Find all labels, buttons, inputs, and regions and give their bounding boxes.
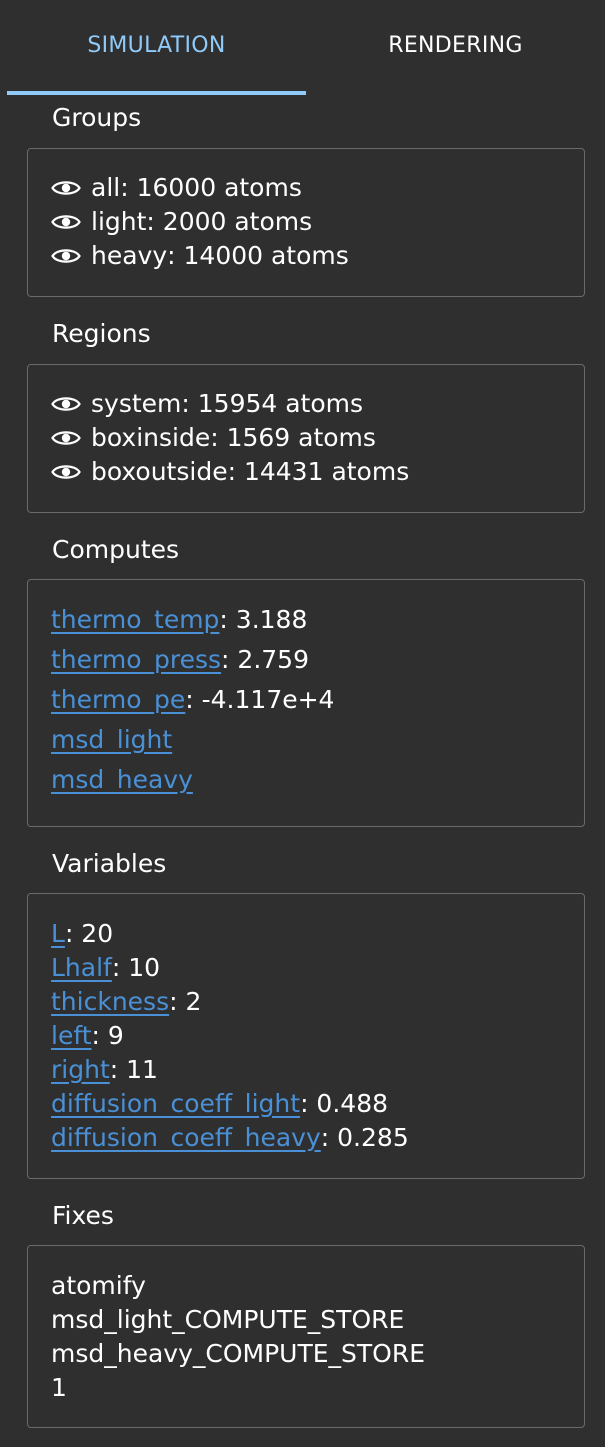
eye-icon[interactable] bbox=[51, 246, 81, 266]
variable-row: Lhalf: 10 bbox=[51, 953, 160, 982]
compute-link-msd-heavy[interactable]: msd_heavy bbox=[51, 765, 193, 794]
compute-link-msd-light[interactable]: msd_light bbox=[51, 725, 172, 754]
compute-row: thermo_press: 2.759 bbox=[51, 645, 309, 674]
variables-title: Variables bbox=[52, 849, 167, 878]
region-count: : 14431 atoms bbox=[227, 457, 410, 486]
group-count: : 2000 atoms bbox=[146, 207, 313, 236]
variable-link-lhalf[interactable]: Lhalf bbox=[51, 953, 112, 982]
eye-icon[interactable] bbox=[51, 428, 81, 448]
variable-value: : 2 bbox=[169, 987, 202, 1016]
fix-item: msd_light_COMPUTE_STORE bbox=[51, 1305, 405, 1334]
compute-value: : -4.117e+4 bbox=[185, 685, 335, 714]
compute-row: msd_light bbox=[51, 725, 172, 754]
compute-row: thermo_temp: 3.188 bbox=[51, 605, 307, 634]
tab-simulation[interactable]: SIMULATION bbox=[7, 0, 306, 95]
group-name: light bbox=[91, 207, 147, 236]
region-name: boxoutside bbox=[91, 457, 228, 486]
groups-title: Groups bbox=[52, 103, 142, 132]
group-count: : 16000 atoms bbox=[120, 173, 302, 202]
group-name: all bbox=[91, 173, 121, 202]
eye-icon[interactable] bbox=[51, 394, 81, 414]
variable-row: diffusion_coeff_light: 0.488 bbox=[51, 1089, 388, 1118]
variables-panel: L: 20 Lhalf: 10 thickness: 2 left: 9 rig… bbox=[27, 893, 585, 1179]
variable-value: : 20 bbox=[64, 919, 114, 948]
compute-value: : 3.188 bbox=[219, 605, 308, 634]
region-row-boxinside[interactable]: boxinside: 1569 atoms bbox=[51, 423, 376, 452]
variable-link-l[interactable]: L bbox=[51, 919, 65, 948]
compute-row: msd_heavy bbox=[51, 765, 193, 794]
group-row-all[interactable]: all: 16000 atoms bbox=[51, 173, 302, 202]
variable-value: : 10 bbox=[111, 953, 161, 982]
groups-panel: all: 16000 atoms light: 2000 atoms heavy… bbox=[27, 148, 585, 297]
group-count: : 14000 atoms bbox=[167, 241, 349, 270]
compute-link-thermo-temp[interactable]: thermo_temp bbox=[51, 605, 219, 634]
group-name: heavy bbox=[91, 241, 168, 270]
fix-item: atomify bbox=[51, 1271, 146, 1300]
active-tab-indicator bbox=[7, 91, 306, 95]
region-name: boxinside bbox=[91, 423, 211, 452]
variable-value: : 11 bbox=[109, 1055, 158, 1084]
computes-panel: thermo_temp: 3.188 thermo_press: 2.759 t… bbox=[27, 579, 585, 827]
tab-bar: SIMULATION RENDERING bbox=[0, 0, 605, 95]
fixes-panel: atomify msd_light_COMPUTE_STORE msd_heav… bbox=[27, 1245, 585, 1428]
variable-value: : 9 bbox=[91, 1021, 124, 1050]
variable-link-thickness[interactable]: thickness bbox=[51, 987, 169, 1016]
eye-icon[interactable] bbox=[51, 212, 81, 232]
variable-value: : 0.285 bbox=[320, 1123, 409, 1152]
variable-row: diffusion_coeff_heavy: 0.285 bbox=[51, 1123, 409, 1152]
group-row-heavy[interactable]: heavy: 14000 atoms bbox=[51, 241, 349, 270]
variable-link-left[interactable]: left bbox=[51, 1021, 92, 1050]
fix-item: 1 bbox=[51, 1373, 67, 1402]
compute-link-thermo-press[interactable]: thermo_press bbox=[51, 645, 221, 674]
eye-icon[interactable] bbox=[51, 462, 81, 482]
compute-row: thermo_pe: -4.117e+4 bbox=[51, 685, 334, 714]
compute-link-thermo-pe[interactable]: thermo_pe bbox=[51, 685, 185, 714]
region-row-system[interactable]: system: 15954 atoms bbox=[51, 389, 363, 418]
variable-link-diffusion-coeff-light[interactable]: diffusion_coeff_light bbox=[51, 1089, 300, 1118]
region-row-boxoutside[interactable]: boxoutside: 14431 atoms bbox=[51, 457, 409, 486]
fixes-title: Fixes bbox=[52, 1201, 114, 1230]
computes-title: Computes bbox=[52, 535, 180, 564]
regions-title: Regions bbox=[52, 319, 151, 348]
variable-row: left: 9 bbox=[51, 1021, 124, 1050]
variable-row: thickness: 2 bbox=[51, 987, 201, 1016]
group-row-light[interactable]: light: 2000 atoms bbox=[51, 207, 312, 236]
variable-value: : 0.488 bbox=[300, 1089, 389, 1118]
regions-panel: system: 15954 atoms boxinside: 1569 atom… bbox=[27, 364, 585, 513]
variable-row: right: 11 bbox=[51, 1055, 158, 1084]
variable-link-right[interactable]: right bbox=[51, 1055, 110, 1084]
region-name: system bbox=[91, 389, 182, 418]
region-count: : 15954 atoms bbox=[181, 389, 364, 418]
variable-link-diffusion-coeff-heavy[interactable]: diffusion_coeff_heavy bbox=[51, 1123, 321, 1152]
eye-icon[interactable] bbox=[51, 178, 81, 198]
compute-value: : 2.759 bbox=[221, 645, 309, 674]
region-count: : 1569 atoms bbox=[210, 423, 376, 452]
variable-row: L: 20 bbox=[51, 919, 113, 948]
tab-rendering[interactable]: RENDERING bbox=[306, 0, 605, 95]
fix-item: msd_heavy_COMPUTE_STORE bbox=[51, 1339, 426, 1368]
